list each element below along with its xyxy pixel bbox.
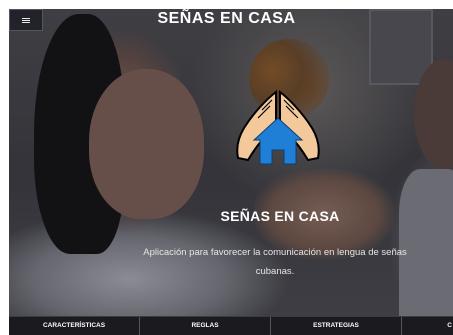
nav-item-reglas[interactable]: REGLAS — [140, 317, 271, 335]
nav-item-estrategias[interactable]: ESTRATEGIAS — [271, 317, 402, 335]
hamburger-menu-icon — [22, 19, 30, 21]
hero-title: SEÑAS EN CASA — [220, 208, 340, 224]
hero-subtitle-line-2: cubanas. — [255, 266, 295, 277]
photo-overlay — [9, 9, 453, 334]
hero-subtitle: Aplicación para favorecer la comunicació… — [110, 243, 440, 281]
hero-subtitle-line-1: Aplicación para favorecer la comunicació… — [143, 247, 407, 258]
app-title: SEÑAS EN CASA — [157, 10, 296, 27]
hero-background — [9, 9, 453, 334]
menu-button[interactable] — [9, 9, 43, 31]
bottom-navigation: CARACTERÍSTICAS REGLAS ESTRATEGIAS C — [9, 316, 453, 335]
nav-item-truncated[interactable]: C — [402, 317, 453, 335]
nav-item-caracteristicas[interactable]: CARACTERÍSTICAS — [9, 317, 140, 335]
hands-over-house-icon — [236, 89, 320, 165]
